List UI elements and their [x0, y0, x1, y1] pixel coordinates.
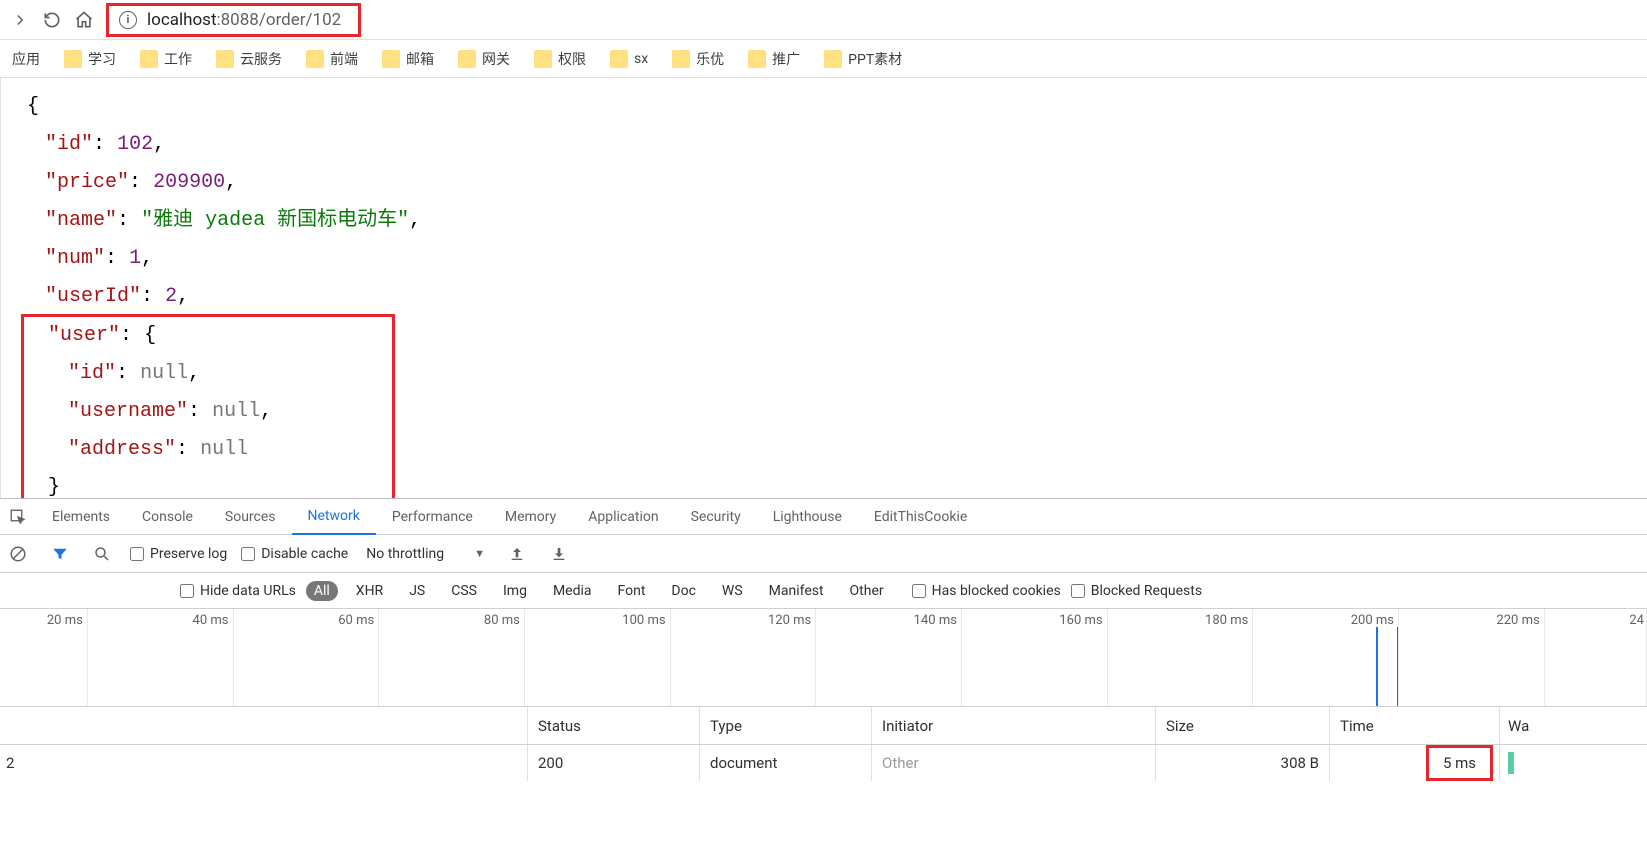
row-initiator: Other: [872, 745, 1156, 781]
col-size-header[interactable]: Size: [1156, 707, 1330, 744]
json-response-body: { id: 102, price: 209900, name: "雅迪 yade…: [0, 78, 1647, 498]
upload-icon[interactable]: [503, 540, 531, 568]
tab-memory[interactable]: Memory: [489, 499, 572, 535]
tab-console[interactable]: Console: [126, 499, 209, 535]
folder-icon: [216, 50, 234, 68]
row-name: 2: [0, 745, 528, 781]
tab-sources[interactable]: Sources: [209, 499, 292, 535]
row-status: 200: [528, 745, 700, 781]
filter-icon[interactable]: [46, 540, 74, 568]
row-type: document: [700, 745, 872, 781]
network-controls: Preserve log Disable cache No throttling…: [0, 535, 1647, 573]
col-initiator-header[interactable]: Initiator: [872, 707, 1156, 744]
bookmark-item[interactable]: 网关: [448, 45, 520, 73]
tab-editthiscookie[interactable]: EditThisCookie: [858, 499, 983, 535]
bookmarks-bar: 应用 学习 工作 云服务 前端 邮箱 网关 权限 sx 乐优 推广 PPT素材: [0, 40, 1647, 78]
reload-button[interactable]: [36, 4, 68, 36]
col-type-header[interactable]: Type: [700, 707, 872, 744]
col-waterfall-header[interactable]: Wa: [1500, 707, 1529, 744]
bookmark-apps[interactable]: 应用: [2, 45, 50, 73]
inspect-element-icon[interactable]: [0, 499, 36, 535]
bookmark-item[interactable]: 学习: [54, 45, 126, 73]
network-filters: Hide data URLs All XHR JS CSS Img Media …: [0, 573, 1647, 609]
filter-js[interactable]: JS: [401, 581, 433, 601]
network-request-table: Status Type Initiator Size Time Wa 2 200…: [0, 707, 1647, 781]
network-timeline[interactable]: 20 ms 40 ms 60 ms 80 ms 100 ms 120 ms 14…: [0, 609, 1647, 707]
filter-manifest[interactable]: Manifest: [761, 581, 832, 601]
row-waterfall: [1500, 752, 1514, 774]
bookmark-item[interactable]: 乐优: [662, 45, 734, 73]
folder-icon: [306, 50, 324, 68]
filter-font[interactable]: Font: [610, 581, 654, 601]
devtools-tabs: Elements Console Sources Network Perform…: [0, 499, 1647, 535]
row-size: 308 B: [1156, 745, 1330, 781]
tab-lighthouse[interactable]: Lighthouse: [757, 499, 858, 535]
table-row[interactable]: 2 200 document Other 308 B 5 ms: [0, 745, 1647, 781]
hide-data-urls-checkbox[interactable]: Hide data URLs: [180, 583, 296, 599]
forward-button[interactable]: [4, 4, 36, 36]
bookmark-item[interactable]: 工作: [130, 45, 202, 73]
folder-icon: [458, 50, 476, 68]
filter-xhr[interactable]: XHR: [348, 581, 391, 601]
bookmark-item[interactable]: 云服务: [206, 45, 292, 73]
filter-ws[interactable]: WS: [714, 581, 751, 601]
bookmark-item[interactable]: 前端: [296, 45, 368, 73]
preserve-log-checkbox[interactable]: Preserve log: [130, 546, 227, 562]
throttling-select[interactable]: No throttling▼: [362, 544, 489, 564]
bookmark-item[interactable]: 权限: [524, 45, 596, 73]
folder-icon: [534, 50, 552, 68]
tab-network[interactable]: Network: [292, 499, 376, 535]
filter-all[interactable]: All: [306, 581, 338, 601]
tab-performance[interactable]: Performance: [376, 499, 489, 535]
bookmark-item[interactable]: sx: [600, 46, 658, 72]
search-icon[interactable]: [88, 540, 116, 568]
bookmark-item[interactable]: PPT素材: [814, 45, 912, 73]
blocked-requests-checkbox[interactable]: Blocked Requests: [1071, 583, 1202, 599]
stop-recording-icon[interactable]: [4, 540, 32, 568]
row-time: 5 ms: [1330, 745, 1500, 781]
home-button[interactable]: [68, 4, 100, 36]
tab-security[interactable]: Security: [675, 499, 757, 535]
tab-application[interactable]: Application: [572, 499, 674, 535]
bookmark-item[interactable]: 推广: [738, 45, 810, 73]
filter-doc[interactable]: Doc: [663, 581, 704, 601]
filter-media[interactable]: Media: [545, 581, 600, 601]
filter-img[interactable]: Img: [495, 581, 535, 601]
folder-icon: [140, 50, 158, 68]
browser-toolbar: i localhost:8088/order/102: [0, 0, 1647, 40]
folder-icon: [672, 50, 690, 68]
col-name-header[interactable]: [0, 707, 528, 744]
disable-cache-checkbox[interactable]: Disable cache: [241, 546, 348, 562]
highlighted-user-object: user: { id: null, username: null, addres…: [21, 314, 395, 498]
col-time-header[interactable]: Time: [1330, 707, 1500, 744]
filter-other[interactable]: Other: [842, 581, 892, 601]
folder-icon: [824, 50, 842, 68]
folder-icon: [64, 50, 82, 68]
tab-elements[interactable]: Elements: [36, 499, 126, 535]
folder-icon: [748, 50, 766, 68]
site-info-icon[interactable]: i: [119, 11, 137, 29]
has-blocked-cookies-checkbox[interactable]: Has blocked cookies: [912, 583, 1061, 599]
download-icon[interactable]: [545, 540, 573, 568]
folder-icon: [382, 50, 400, 68]
filter-css[interactable]: CSS: [443, 581, 485, 601]
col-status-header[interactable]: Status: [528, 707, 700, 744]
folder-icon: [610, 50, 628, 68]
devtools-panel: Elements Console Sources Network Perform…: [0, 498, 1647, 781]
table-header: Status Type Initiator Size Time Wa: [0, 707, 1647, 745]
bookmark-item[interactable]: 邮箱: [372, 45, 444, 73]
address-bar[interactable]: i localhost:8088/order/102: [106, 3, 361, 37]
url-text: localhost:8088/order/102: [147, 10, 341, 30]
